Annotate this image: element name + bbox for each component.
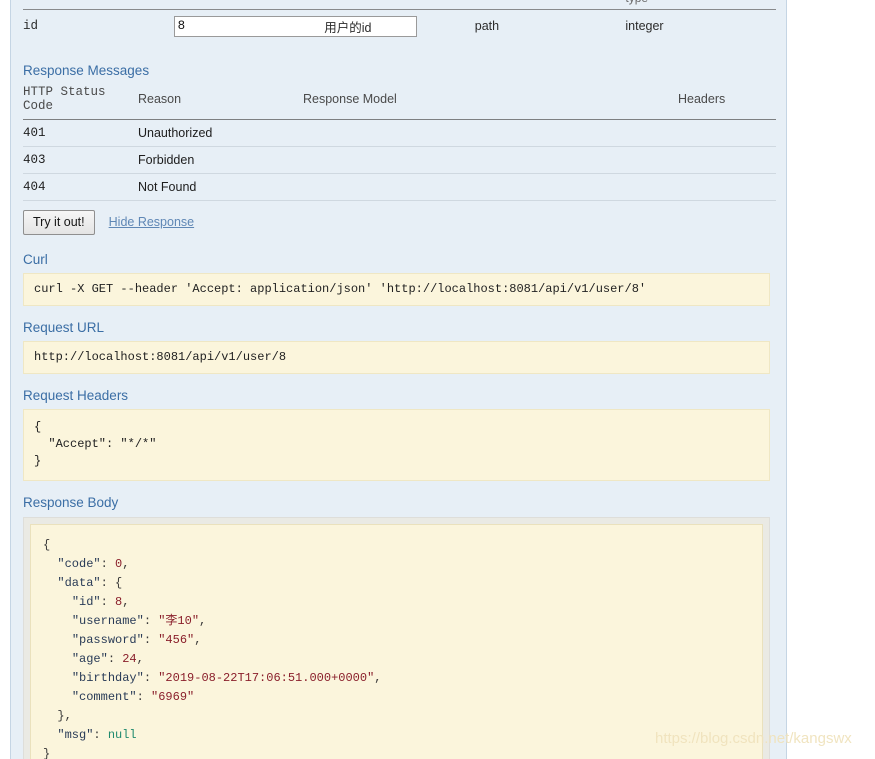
json-token: , xyxy=(199,613,207,628)
json-line: "data": { xyxy=(43,574,750,593)
json-line: } xyxy=(43,745,750,759)
json-token: "comment" xyxy=(71,689,137,704)
json-line: "birthday": "2019-08-22T17:06:51.000+000… xyxy=(43,669,750,688)
json-token: "password" xyxy=(71,632,144,647)
column-response-model: Response Model xyxy=(303,84,678,120)
operation-panel: type id 用户的id path integer Response Mess… xyxy=(10,0,787,759)
column-reason: Reason xyxy=(138,84,303,120)
json-token: "username" xyxy=(71,613,144,628)
response-reason: Not Found xyxy=(138,173,303,201)
json-token: : xyxy=(143,632,159,647)
json-token: 24 xyxy=(122,651,137,666)
response-model xyxy=(303,173,678,201)
json-token: "2019-08-22T17:06:51.000+0000" xyxy=(158,670,375,685)
response-body-title: Response Body xyxy=(23,494,119,510)
json-token: , xyxy=(194,632,202,647)
json-token: "6969" xyxy=(151,689,195,704)
json-token: , xyxy=(136,651,144,666)
operation-content: type id 用户的id path integer Response Mess… xyxy=(23,0,776,759)
json-token: : xyxy=(100,556,116,571)
json-token: "456" xyxy=(158,632,195,647)
column-http-status-code: HTTP Status Code xyxy=(23,84,138,120)
column-headers: Headers xyxy=(678,84,776,120)
try-it-out-button[interactable]: Try it out! xyxy=(23,209,95,235)
request-headers-body[interactable]: { "Accept": "*/*" } xyxy=(23,408,770,481)
json-token: "birthday" xyxy=(71,670,144,685)
response-messages-title: Response Messages xyxy=(23,62,150,78)
json-line: "username": "李10", xyxy=(43,612,750,631)
json-token: } xyxy=(43,746,51,759)
json-line: }, xyxy=(43,707,750,726)
parameter-type: path xyxy=(474,19,500,33)
curl-title: Curl xyxy=(23,251,48,267)
json-token: }, xyxy=(57,708,72,723)
json-token: "李10" xyxy=(158,613,200,628)
response-status-code: 403 xyxy=(23,146,138,174)
json-token: : xyxy=(136,689,152,704)
parameter-name: id xyxy=(23,19,39,33)
json-line: "msg": null xyxy=(43,726,750,745)
json-token: : xyxy=(107,651,123,666)
json-token: , xyxy=(122,556,130,571)
json-token: null xyxy=(107,727,137,742)
parameter-id-input[interactable] xyxy=(173,15,417,37)
response-messages-thead: HTTP Status Code Reason Response Model H… xyxy=(23,84,776,120)
swagger-operation-page: type id 用户的id path integer Response Mess… xyxy=(0,0,875,759)
response-body-json[interactable]: { "code": 0, "data": { "id": 8, "usernam… xyxy=(30,523,763,759)
hide-response-link[interactable]: Hide Response xyxy=(109,215,194,229)
response-reason: Forbidden xyxy=(138,146,303,174)
json-token: "code" xyxy=(57,556,101,571)
response-messages-header-row: HTTP Status Code Reason Response Model H… xyxy=(23,84,776,120)
response-model xyxy=(303,146,678,174)
json-token: "data" xyxy=(57,575,101,590)
json-token: : xyxy=(100,594,116,609)
table-row: 404 Not Found xyxy=(23,173,776,201)
json-line: { xyxy=(43,536,750,555)
response-reason: Unauthorized xyxy=(138,119,303,147)
param-header-paramtype-cell xyxy=(474,0,626,10)
parameter-data-type: integer xyxy=(625,19,664,33)
response-headers xyxy=(678,173,776,201)
json-line: "age": 24, xyxy=(43,650,750,669)
param-header-datatype-cell: type xyxy=(625,0,776,10)
json-token: : xyxy=(93,727,108,742)
parameter-row-id: id 用户的id path integer xyxy=(23,9,776,49)
parameter-value-cell xyxy=(173,9,417,49)
json-line: "id": 8, xyxy=(43,593,750,612)
response-headers xyxy=(678,146,776,174)
json-token: "id" xyxy=(71,594,101,609)
json-token: "msg" xyxy=(57,727,94,742)
json-line: "password": "456", xyxy=(43,631,750,650)
response-messages-table: HTTP Status Code Reason Response Model H… xyxy=(23,84,776,201)
response-headers xyxy=(678,119,776,147)
table-row: 403 Forbidden xyxy=(23,146,776,174)
response-status-code: 401 xyxy=(23,119,138,147)
curl-command[interactable]: curl -X GET --header 'Accept: applicatio… xyxy=(23,272,770,306)
parameters-header-row: type xyxy=(23,0,776,10)
table-row: 401 Unauthorized xyxy=(23,119,776,147)
param-header-description-cell xyxy=(324,0,475,10)
json-token: , xyxy=(122,594,130,609)
request-url-title: Request URL xyxy=(23,319,105,335)
param-header-datatype-label: type xyxy=(625,0,648,5)
response-model xyxy=(303,119,678,147)
param-header-name-cell xyxy=(23,0,174,10)
json-line: "code": 0, xyxy=(43,555,750,574)
json-token: : { xyxy=(100,575,123,590)
parameters-table: type id 用户的id path integer xyxy=(23,0,776,49)
request-url-value[interactable]: http://localhost:8081/api/v1/user/8 xyxy=(23,340,770,374)
json-token: "age" xyxy=(71,651,108,666)
json-token: : xyxy=(143,613,159,628)
response-messages-tbody: 401 Unauthorized 403 Forbidden 404 Not Found xyxy=(23,119,776,201)
response-body-container: { "code": 0, "data": { "id": 8, "usernam… xyxy=(23,516,770,759)
response-status-code: 404 xyxy=(23,173,138,201)
json-line: "comment": "6969" xyxy=(43,688,750,707)
json-token: : xyxy=(143,670,159,685)
request-headers-title: Request Headers xyxy=(23,387,129,403)
json-token: { xyxy=(43,537,51,552)
json-token: , xyxy=(374,670,382,685)
try-it-out-row: Try it out! Hide Response xyxy=(23,209,776,235)
param-header-value-cell xyxy=(173,0,325,10)
